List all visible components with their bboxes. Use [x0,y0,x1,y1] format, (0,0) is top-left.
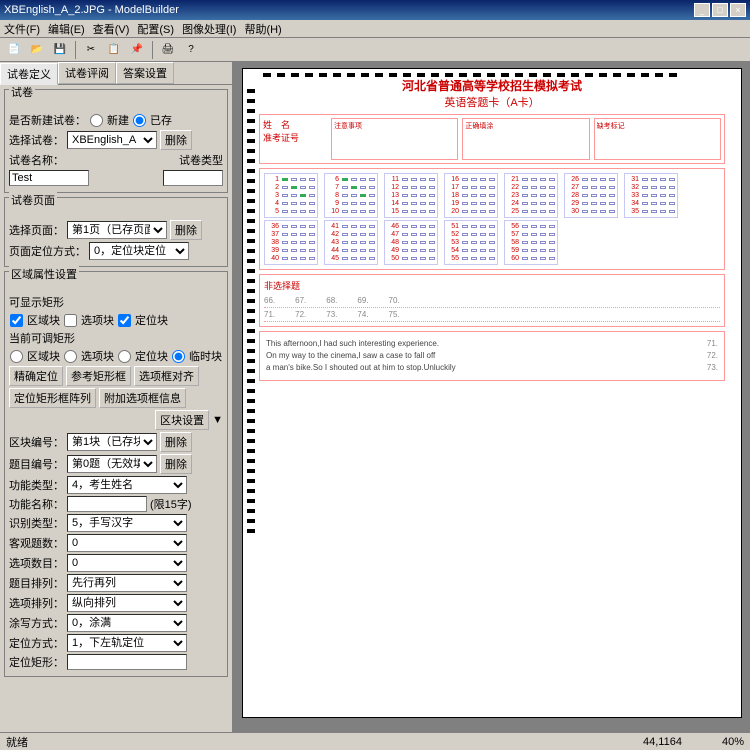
radio-adj-option[interactable] [64,350,77,363]
maximize-button[interactable]: □ [712,3,728,17]
obj-count-select[interactable]: 0 [67,534,187,552]
menu-help[interactable]: 帮助(H) [244,21,281,37]
open-icon[interactable]: 📂 [27,40,47,60]
extra-option-button[interactable]: 附加选项框信息 [99,388,186,408]
delete-q-button[interactable]: 删除 [160,454,192,474]
paper-name-field[interactable] [9,170,89,186]
chk-region[interactable] [10,314,23,327]
help-icon[interactable]: ? [181,40,201,60]
group-paper: 试卷 是否新建试卷： 新建 已存 选择试卷： XBEnglish_A 删除 试卷… [4,89,228,193]
bubble-section: 1234567891011121314151617181920212223242… [259,168,725,270]
fill-example-box: 正确填涂 [462,118,589,160]
func-type-select[interactable]: 4，考生姓名 [67,476,187,494]
paste-icon[interactable]: 📌 [127,40,147,60]
notice-box: 注意事项 [331,118,458,160]
recog-type-select[interactable]: 5，手写汉字 [67,514,187,532]
window-buttons: _ □ × [694,3,746,17]
locate-array-button[interactable]: 定位矩形框阵列 [9,388,96,408]
new-icon[interactable]: 📄 [4,40,24,60]
func-name-field[interactable] [67,496,147,512]
chk-locate[interactable] [118,314,131,327]
menu-bar: 文件(F) 编辑(E) 查看(V) 配置(S) 图像处理(I) 帮助(H) [0,20,750,38]
opt-arrange-select[interactable]: 纵向排列 [67,594,187,612]
tab-define[interactable]: 试卷定义 [0,63,58,85]
block-num-select[interactable]: 第1块（已存块） [67,433,157,451]
select-locate[interactable]: 0，定位块定位 [89,242,189,260]
select-paper[interactable]: XBEnglish_A [67,131,157,149]
status-zoom: 40% [722,736,744,748]
preview-panel[interactable]: 河北省普通高等学校招生模拟考试 英语答题卡（A卡） 姓 名 准考证号 注意事项 … [234,62,750,732]
tab-bar: 试卷定义 试卷评阅 答案设置 [0,62,232,85]
group-page: 试卷页面 选择页面： 第1页（已存页面） 删除 页面定位方式： 0，定位块定位 [4,197,228,267]
chk-option[interactable] [64,314,77,327]
tab-answer[interactable]: 答案设置 [116,62,174,84]
align-option-button[interactable]: 选项框对齐 [134,366,199,386]
absent-mark-box: 缺考标记 [594,118,721,160]
timing-marks-top [263,73,677,77]
radio-new[interactable] [90,114,103,127]
q-num-select[interactable]: 第0题（无效填） [67,455,157,473]
minimize-button[interactable]: _ [694,3,710,17]
radio-exist[interactable] [133,114,146,127]
radio-adj-region[interactable] [10,350,23,363]
menu-file[interactable]: 文件(F) [4,21,40,37]
menu-view[interactable]: 查看(V) [93,21,130,37]
menu-image[interactable]: 图像处理(I) [182,21,236,37]
delete-paper-button[interactable]: 删除 [160,130,192,150]
close-button[interactable]: × [730,3,746,17]
cut-icon[interactable]: ✂ [81,40,101,60]
save-icon[interactable]: 💾 [50,40,70,60]
fill-mode-select[interactable]: 0，涂满 [67,614,187,632]
copy-icon[interactable]: 📋 [104,40,124,60]
group-region: 区域属性设置 可显示矩形 区域块 选项块 定位块 当前可调矩形 区域块 选项块 … [4,271,228,677]
paper-type-field[interactable] [163,170,223,186]
radio-adj-temp[interactable] [172,350,185,363]
precise-locate-button[interactable]: 精确定位 [9,366,63,386]
toolbar: 📄 📂 💾 ✂ 📋 📌 🖨 ? [0,38,750,62]
select-page[interactable]: 第1页（已存页面） [67,221,167,239]
left-panel: 试卷定义 试卷评阅 答案设置 试卷 是否新建试卷： 新建 已存 选择试卷： XB… [0,62,234,732]
delete-page-button[interactable]: 删除 [170,220,202,240]
status-coord: 44,1164 [643,736,682,748]
tab-review[interactable]: 试卷评阅 [58,62,116,84]
print-icon[interactable]: 🖨 [158,40,178,60]
ref-rect-button[interactable]: 参考矩形框 [66,366,131,386]
sheet-subtitle: 英语答题卡（A卡） [251,94,733,110]
q-arrange-select[interactable]: 先行再列 [67,574,187,592]
locate-rect-field[interactable] [67,654,187,670]
status-bar: 就绪 44,1164 40% [0,732,750,750]
locate-mode-select[interactable]: 1，下左轨定位 [67,634,187,652]
sheet-title: 河北省普通高等学校招生模拟考试 [251,77,733,94]
essay-section: 非选择题 66.67.68.69.70.71.72.73.74.75. [259,274,725,327]
id-row: 姓 名 准考证号 注意事项 正确填涂 缺考标记 [259,114,725,164]
answer-sheet: 河北省普通高等学校招生模拟考试 英语答题卡（A卡） 姓 名 准考证号 注意事项 … [242,68,742,718]
block-settings-button[interactable]: 区块设置 [155,410,209,430]
timing-marks-left [247,89,255,533]
menu-edit[interactable]: 编辑(E) [48,21,85,37]
menu-config[interactable]: 配置(S) [137,21,174,37]
delete-block-button[interactable]: 删除 [160,432,192,452]
passage-section: This afternoon,I had such interesting ex… [259,331,725,381]
title-bar: XBEnglish_A_2.JPG - ModelBuilder _ □ × [0,0,750,20]
opt-count-select[interactable]: 0 [67,554,187,572]
window-title: XBEnglish_A_2.JPG - ModelBuilder [4,4,179,16]
radio-adj-locate[interactable] [118,350,131,363]
status-text: 就绪 [6,734,28,750]
